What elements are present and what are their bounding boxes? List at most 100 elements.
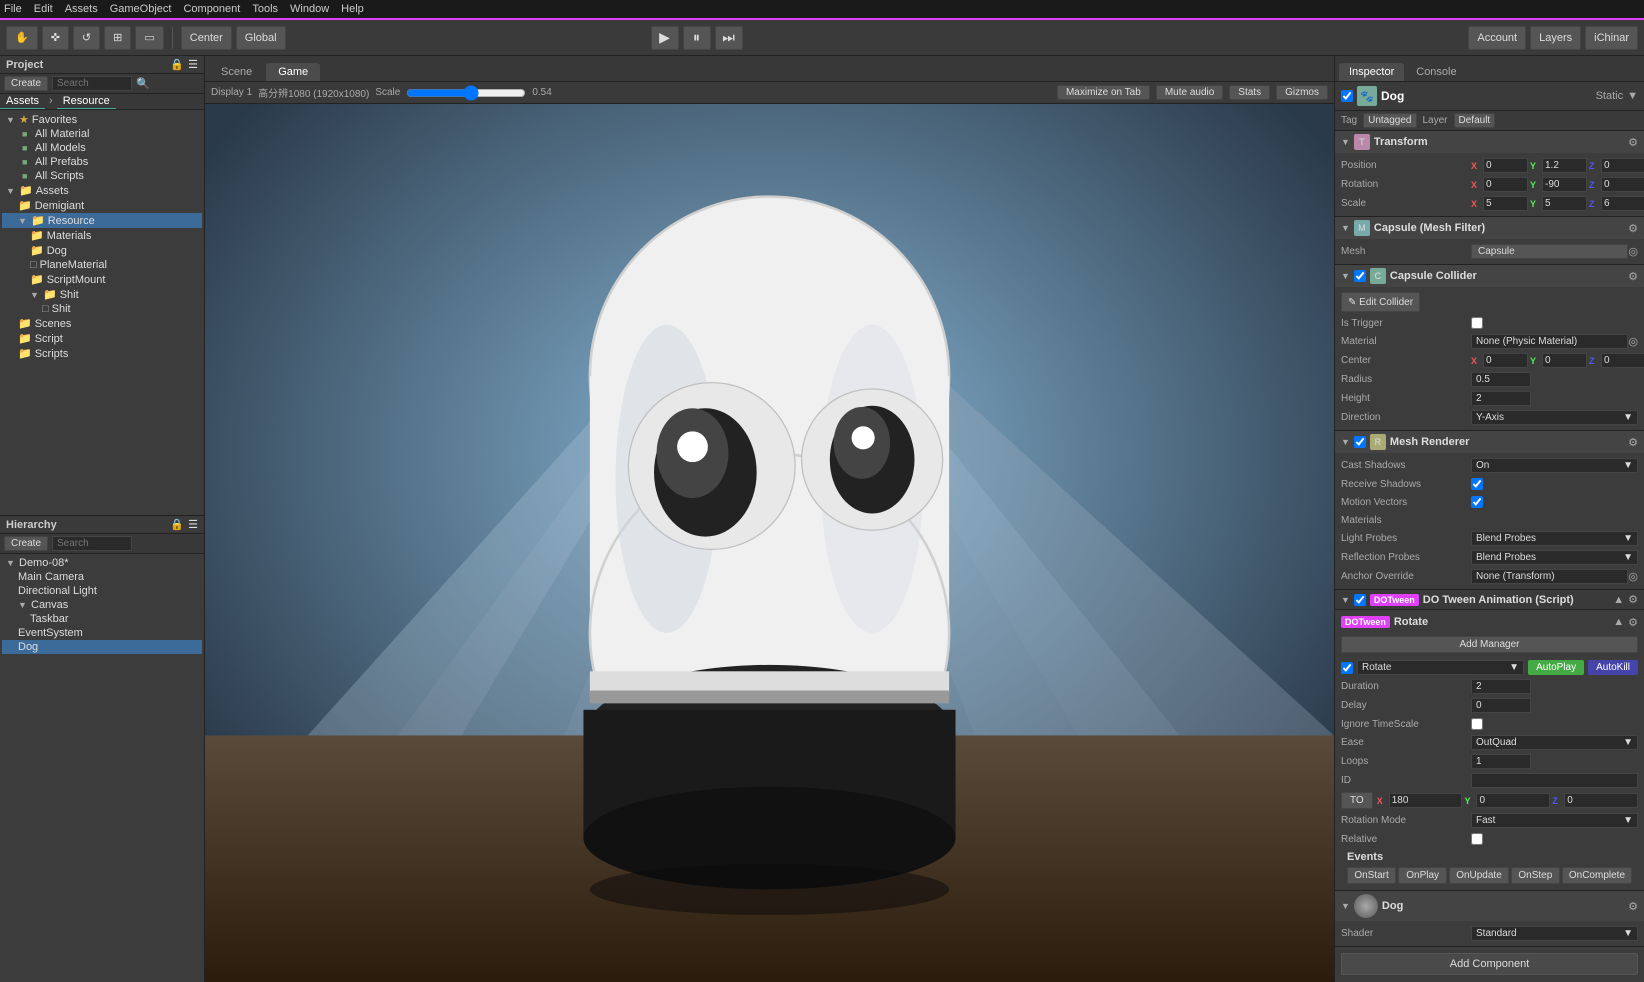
- script-folder[interactable]: 📁 Script: [2, 331, 202, 346]
- dog-folder[interactable]: 📁 Dog: [2, 243, 202, 258]
- dotween-enabled[interactable]: [1354, 594, 1366, 606]
- capsule-collider-enabled[interactable]: [1354, 270, 1366, 282]
- relative-checkbox[interactable]: [1471, 833, 1483, 845]
- anchor-override-dropdown[interactable]: None (Transform): [1471, 569, 1628, 584]
- step-button[interactable]: ⏭: [715, 26, 743, 50]
- rotation-mode-dropdown[interactable]: Fast ▼: [1471, 813, 1638, 828]
- plane-material-item[interactable]: □ PlaneMaterial: [2, 258, 202, 272]
- all-models-item[interactable]: ■ All Models: [2, 141, 202, 155]
- scale-slider[interactable]: [406, 85, 526, 101]
- scale-y-input[interactable]: 5: [1542, 196, 1587, 211]
- height-input[interactable]: 2: [1471, 391, 1531, 406]
- viewport[interactable]: [205, 104, 1334, 982]
- eventsystem-item[interactable]: EventSystem: [2, 626, 202, 640]
- menu-help[interactable]: Help: [341, 3, 364, 15]
- favorites-folder[interactable]: ▼ ★ Favorites: [2, 112, 202, 127]
- mesh-renderer-settings-icon[interactable]: ⚙: [1628, 436, 1638, 449]
- transform-settings-icon[interactable]: ⚙: [1628, 136, 1638, 149]
- autokill-btn[interactable]: AutoKill: [1588, 660, 1638, 675]
- rotate-tool[interactable]: ↺: [73, 26, 100, 50]
- stats-btn[interactable]: Stats: [1229, 85, 1270, 100]
- rotate-checkbox[interactable]: [1341, 662, 1353, 674]
- play-button[interactable]: ▶: [651, 26, 679, 50]
- motion-vectors-checkbox[interactable]: [1471, 496, 1483, 508]
- mesh-renderer-header[interactable]: ▼ R Mesh Renderer ⚙: [1335, 431, 1644, 453]
- materials-folder[interactable]: 📁 Materials: [2, 228, 202, 243]
- direction-dropdown[interactable]: Y-Axis ▼: [1471, 410, 1638, 425]
- assets-tab[interactable]: Assets: [0, 94, 45, 109]
- shit-file[interactable]: □ Shit: [2, 302, 202, 316]
- scripts-folder[interactable]: 📁 Scripts: [2, 346, 202, 361]
- hierarchy-lock-icon[interactable]: 🔒: [170, 518, 184, 531]
- maximize-btn[interactable]: Maximize on Tab: [1057, 85, 1150, 100]
- anchor-pick-icon[interactable]: ◎: [1628, 570, 1638, 583]
- to-y-input[interactable]: 0: [1476, 793, 1550, 808]
- canvas-item[interactable]: ▼ Canvas: [2, 598, 202, 612]
- rotation-x-input[interactable]: 0: [1483, 177, 1528, 192]
- capsule-settings-icon[interactable]: ⚙: [1628, 270, 1638, 283]
- directional-light-item[interactable]: Directional Light: [2, 584, 202, 598]
- main-camera-item[interactable]: Main Camera: [2, 570, 202, 584]
- pause-button[interactable]: ⏸: [683, 26, 711, 50]
- global-button[interactable]: Global: [236, 26, 286, 50]
- all-material-item[interactable]: ■ All Material: [2, 127, 202, 141]
- console-tab[interactable]: Console: [1406, 63, 1466, 81]
- transform-header[interactable]: ▼ T Transform ⚙: [1335, 131, 1644, 153]
- account-dropdown[interactable]: Account: [1468, 26, 1526, 50]
- onplay-btn[interactable]: OnPlay: [1398, 867, 1447, 884]
- dog-material-header[interactable]: ▼ Dog ⚙: [1335, 891, 1644, 921]
- menu-assets[interactable]: Assets: [65, 3, 98, 15]
- menu-window[interactable]: Window: [290, 3, 329, 15]
- duration-input[interactable]: 2: [1471, 679, 1531, 694]
- menu-component[interactable]: Component: [183, 3, 240, 15]
- all-scripts-item[interactable]: ■ All Scripts: [2, 169, 202, 183]
- to-z-input[interactable]: 0: [1564, 793, 1638, 808]
- delay-input[interactable]: 0: [1471, 698, 1531, 713]
- scene-tab[interactable]: Scene: [209, 63, 264, 81]
- shit-folder[interactable]: ▼ 📁 Shit: [2, 287, 202, 302]
- scale-x-input[interactable]: 5: [1483, 196, 1528, 211]
- light-probes-dropdown[interactable]: Blend Probes ▼: [1471, 531, 1638, 546]
- taskbar-item[interactable]: Taskbar: [2, 612, 202, 626]
- hier-create-btn[interactable]: Create: [4, 536, 48, 551]
- onstart-btn[interactable]: OnStart: [1347, 867, 1396, 884]
- radius-input[interactable]: 0.5: [1471, 372, 1531, 387]
- menu-gameobject[interactable]: GameObject: [110, 3, 172, 15]
- rect-tool[interactable]: ▭: [135, 26, 163, 50]
- is-trigger-checkbox[interactable]: [1471, 317, 1483, 329]
- static-arrow[interactable]: ▼: [1627, 90, 1638, 102]
- game-tab[interactable]: Game: [266, 63, 320, 81]
- collider-material-value[interactable]: None (Physic Material): [1471, 334, 1628, 349]
- scene-root[interactable]: ▼ Demo-08*: [2, 556, 202, 570]
- center-x-input[interactable]: 0: [1483, 353, 1528, 368]
- mesh-pick-icon[interactable]: ◎: [1628, 245, 1638, 258]
- resource-folder[interactable]: ▼ 📁 Resource: [2, 213, 202, 228]
- layers-dropdown[interactable]: Layers: [1530, 26, 1581, 50]
- center-button[interactable]: Center: [181, 26, 232, 50]
- resource-tab[interactable]: Resource: [57, 94, 116, 109]
- dotween-settings-icon[interactable]: ⚙: [1628, 593, 1638, 606]
- script-mount-folder[interactable]: 📁 ScriptMount: [2, 272, 202, 287]
- autoplay-btn[interactable]: AutoPlay: [1528, 660, 1584, 675]
- scale-z-input[interactable]: 6: [1601, 196, 1644, 211]
- add-component-btn[interactable]: Add Component: [1341, 953, 1638, 975]
- layer-dropdown[interactable]: Default: [1454, 113, 1496, 128]
- to-button[interactable]: TO: [1341, 792, 1373, 809]
- dotween-action-settings-icon[interactable]: ⚙: [1628, 616, 1638, 629]
- loops-input[interactable]: 1: [1471, 754, 1531, 769]
- position-y-input[interactable]: 1.2: [1542, 158, 1587, 173]
- cast-shadows-dropdown[interactable]: On ▼: [1471, 458, 1638, 473]
- gizmos-btn[interactable]: Gizmos: [1276, 85, 1328, 100]
- hierarchy-menu-icon[interactable]: ☰: [188, 518, 198, 531]
- receive-shadows-checkbox[interactable]: [1471, 478, 1483, 490]
- shader-dropdown[interactable]: Standard ▼: [1471, 926, 1638, 941]
- ease-dropdown[interactable]: OutQuad ▼: [1471, 735, 1638, 750]
- all-prefabs-item[interactable]: ■ All Prefabs: [2, 155, 202, 169]
- tag-dropdown[interactable]: Untagged: [1363, 113, 1416, 128]
- assets-root[interactable]: ▼ 📁 Assets: [2, 183, 202, 198]
- mesh-value[interactable]: Capsule: [1471, 244, 1628, 259]
- project-search[interactable]: [52, 76, 132, 91]
- scenes-folder[interactable]: 📁 Scenes: [2, 316, 202, 331]
- add-manager-btn[interactable]: Add Manager: [1341, 636, 1638, 653]
- object-enabled-checkbox[interactable]: [1341, 90, 1353, 102]
